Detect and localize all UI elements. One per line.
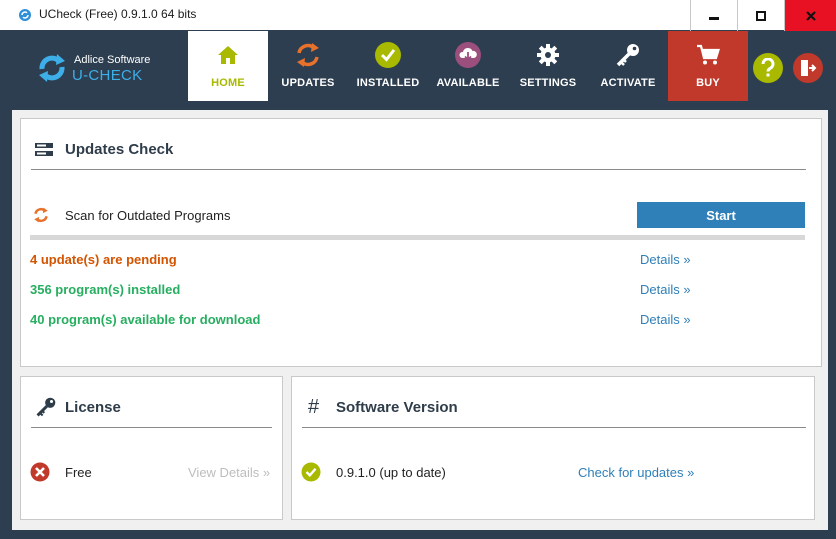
tab-buy[interactable]: BUY	[668, 31, 748, 101]
scan-label: Scan for Outdated Programs	[65, 208, 231, 223]
tab-installed-label: INSTALLED	[356, 77, 420, 89]
updates-check-divider	[31, 169, 806, 170]
ok-check-icon	[301, 462, 321, 482]
close-button[interactable]	[784, 0, 836, 31]
brand-company: Adlice Software	[74, 54, 151, 66]
software-version-panel: # Software Version 0.9.1.0 (up to date) …	[291, 376, 815, 520]
question-icon	[761, 58, 775, 77]
maximize-icon	[755, 10, 766, 21]
available-programs-text: 40 program(s) available for download	[30, 312, 261, 327]
tab-available-label: AVAILABLE	[436, 77, 500, 89]
pending-updates-text: 4 update(s) are pending	[30, 252, 177, 267]
installed-programs-text: 356 program(s) installed	[30, 282, 181, 297]
start-button[interactable]: Start	[637, 202, 805, 228]
cloud-download-icon	[455, 42, 481, 68]
minimize-icon	[708, 16, 719, 20]
brand-product: U-CHECK	[72, 67, 143, 84]
brand-logo: Adlice Software U-CHECK	[32, 47, 192, 91]
cart-icon	[697, 44, 720, 65]
scan-sync-icon	[34, 207, 48, 223]
tab-settings[interactable]: SETTINGS	[508, 31, 588, 101]
license-panel: License Free View Details »	[20, 376, 283, 520]
license-value: Free	[65, 465, 92, 480]
home-icon	[218, 46, 238, 64]
help-button[interactable]	[753, 53, 783, 83]
tab-settings-label: SETTINGS	[519, 77, 577, 89]
check-circle-icon	[375, 42, 401, 68]
installed-details-link[interactable]: Details »	[640, 282, 691, 297]
license-divider	[31, 427, 272, 428]
maximize-button[interactable]	[737, 0, 783, 31]
tab-home-label: HOME	[211, 77, 245, 89]
minimize-button[interactable]	[690, 0, 736, 31]
tab-buy-label: BUY	[696, 77, 720, 89]
software-version-title: Software Version	[336, 399, 458, 416]
license-view-details-link[interactable]: View Details »	[188, 465, 270, 480]
software-version-divider	[302, 427, 806, 428]
tab-available[interactable]: AVAILABLE	[428, 31, 508, 101]
app-icon	[19, 9, 31, 21]
title-bar: UCheck (Free) 0.9.1.0 64 bits	[0, 0, 836, 31]
software-version-value: 0.9.1.0 (up to date)	[336, 465, 446, 480]
close-icon	[805, 10, 816, 21]
pending-details-link[interactable]: Details »	[640, 252, 691, 267]
window-title: UCheck (Free) 0.9.1.0 64 bits	[39, 7, 197, 21]
gear-icon	[537, 44, 559, 66]
main-toolbar: Adlice Software U-CHECK HOME UPDATES INS…	[0, 31, 836, 101]
exit-door-icon	[801, 60, 817, 76]
check-for-updates-link[interactable]: Check for updates »	[578, 465, 694, 480]
exit-button[interactable]	[793, 53, 823, 83]
scan-progress-bar	[30, 235, 805, 240]
tab-updates-label: UPDATES	[281, 77, 335, 89]
tab-activate[interactable]: ACTIVATE	[588, 31, 668, 101]
key-icon	[616, 44, 639, 67]
error-icon	[30, 462, 50, 482]
updates-check-title: Updates Check	[65, 141, 174, 158]
home-content: Updates Check Scan for Outdated Programs…	[12, 110, 828, 530]
license-title: License	[65, 399, 121, 416]
updates-check-panel: Updates Check Scan for Outdated Programs…	[20, 118, 822, 367]
tab-updates[interactable]: UPDATES	[268, 31, 348, 101]
tab-home[interactable]: HOME	[188, 31, 268, 101]
license-key-icon	[36, 397, 56, 417]
available-details-link[interactable]: Details »	[640, 312, 691, 327]
sync-icon	[297, 43, 319, 67]
brand-sync-icon	[39, 54, 65, 82]
server-icon	[35, 143, 53, 156]
hash-icon: #	[308, 396, 320, 418]
tab-installed[interactable]: INSTALLED	[348, 31, 428, 101]
tab-activate-label: ACTIVATE	[600, 77, 656, 89]
